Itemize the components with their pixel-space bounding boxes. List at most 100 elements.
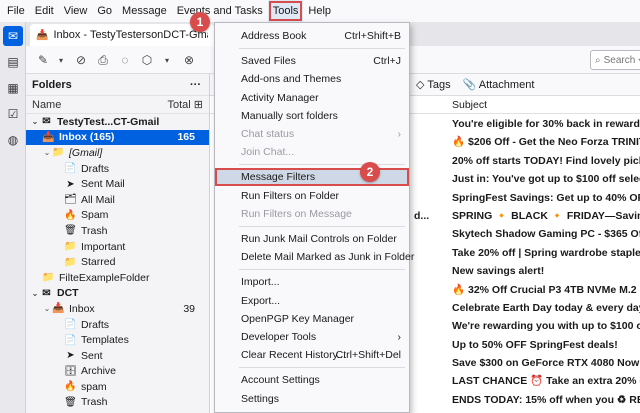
menuitem-label: Address Book: [241, 30, 307, 42]
twisty-icon[interactable]: ⌄: [30, 289, 40, 298]
menuitem-clear-recent-history[interactable]: Clear Recent History... Ctrl+Shift+Del: [215, 346, 409, 364]
folder-item[interactable]: ⌄ ✉ DCT: [26, 286, 209, 302]
menuitem-saved-files[interactable]: Saved Files Ctrl+J: [215, 52, 409, 70]
menuitem-activity-manager[interactable]: Activity Manager: [215, 89, 409, 107]
menuitem-run-filters-on-message[interactable]: Run Filters on Message: [215, 205, 409, 223]
message-subject[interactable]: 🔥 32% Off Crucial P3 4TB NVMe M.2 SSD 🔥: [452, 281, 640, 299]
message-subject[interactable]: Just in: You've got up to $100 off selec…: [452, 170, 640, 188]
search-input[interactable]: ⌕ Search <: [590, 50, 640, 70]
menuitem-label: Delete Mail Marked as Junk in Folder: [241, 251, 415, 264]
menuitem-export[interactable]: Export...: [215, 292, 409, 310]
menuitem-join-chat[interactable]: Join Chat...: [215, 143, 409, 161]
message-subject[interactable]: 20% off starts TODAY! Find lovely picks …: [452, 152, 640, 170]
message-subject[interactable]: SPRING 🔸 BLACK 🔸 FRIDAY—Savings Hap: [452, 207, 640, 225]
menuitem-shortcut: Ctrl+Shift+B: [344, 30, 401, 42]
menuitem-label: Run Filters on Folder: [241, 189, 340, 202]
folder-item[interactable]: ➤ Sent: [26, 348, 209, 364]
folder-item[interactable]: 📄 Drafts: [26, 317, 209, 333]
folder-item[interactable]: 📥 Inbox (165) 165: [26, 129, 209, 146]
menuitem-label: Run Filters on Message: [241, 207, 352, 220]
folder-item[interactable]: 🔥 Spam: [26, 208, 209, 224]
folder-label: spam: [81, 380, 107, 393]
folder-item[interactable]: 📄 Templates: [26, 332, 209, 348]
menu-help[interactable]: Help: [303, 0, 336, 22]
menuitem-label: Saved Files: [241, 55, 296, 68]
message-subject[interactable]: LAST CHANCE ⏰ Take an extra 20% off!: [452, 372, 640, 390]
folder-item[interactable]: ⌄ ✉ TestyTest...CT-Gmail: [26, 114, 209, 130]
folder-item[interactable]: 📁 Important: [26, 239, 209, 255]
message-subject[interactable]: Save $300 on GeForce RTX 4080 Now!: [452, 354, 640, 372]
delete-icon[interactable]: ⊘: [70, 50, 92, 70]
menu-edit[interactable]: Edit: [30, 0, 59, 22]
message-subject[interactable]: ENDS TODAY: 15% off when you ♻ RECYCLE: [452, 391, 640, 409]
menu-go[interactable]: Go: [92, 0, 117, 22]
tags-filter-button[interactable]: ◇ Tags: [416, 78, 451, 91]
menuitem-address-book[interactable]: Address Book Ctrl+Shift+B: [215, 27, 409, 45]
folder-label: Drafts: [81, 318, 110, 331]
menuitem-label: Join Chat...: [241, 146, 295, 159]
folder-item[interactable]: 🗂 All Mail: [26, 192, 209, 208]
menuitem-settings[interactable]: Settings: [215, 390, 409, 408]
message-subject[interactable]: Up to 50% OFF SpringFest deals!: [452, 336, 640, 354]
message-subject[interactable]: Skytech Shadow Gaming PC - $365 Off Now!: [452, 225, 640, 243]
tag-dropdown-icon[interactable]: ▾: [156, 50, 178, 70]
menuitem-manually-sort-folders[interactable]: Manually sort folders: [215, 107, 409, 125]
message-subject[interactable]: Celebrate Earth Day today & every day wi…: [452, 299, 640, 317]
print-icon[interactable]: ⎙: [92, 50, 114, 70]
message-subject[interactable]: We're rewarding you with up to $100 off …: [452, 317, 640, 335]
column-picker-icon[interactable]: ⊞: [194, 99, 203, 111]
twisty-icon[interactable]: ⌄: [42, 304, 52, 313]
menu-tools[interactable]: Tools: [267, 0, 304, 22]
tasks-space-icon[interactable]: ☑: [3, 104, 23, 124]
menuitem-openpgp-key-manager[interactable]: OpenPGP Key Manager: [215, 310, 409, 328]
folder-label: Sent Mail: [81, 178, 125, 191]
chat-space-icon[interactable]: ◍: [3, 130, 23, 150]
menu-file[interactable]: File: [2, 0, 30, 22]
message-rows: You're eligible for 30% back in rewards …: [452, 115, 640, 413]
folder-item[interactable]: 🗑 Trash: [26, 395, 209, 411]
menuitem-account-settings[interactable]: Account Settings: [215, 371, 409, 389]
folder-icon: ➤: [66, 350, 75, 362]
junk-icon[interactable]: ⊗: [178, 50, 200, 70]
menuitem-import[interactable]: Import...: [215, 273, 409, 291]
menuitem-developer-tools[interactable]: Developer Tools ›: [215, 328, 409, 346]
menu-message[interactable]: Message: [117, 0, 172, 22]
menuitem-chat-status[interactable]: Chat status ›: [215, 125, 409, 143]
twisty-icon[interactable]: ⌄: [30, 117, 40, 126]
message-subject[interactable]: SpringFest Savings: Get up to 40% OFF.: [452, 189, 640, 207]
folder-item[interactable]: ➤ Sent Mail: [26, 176, 209, 192]
menuitem-run-junk-mail-controls-on-folder[interactable]: Run Junk Mail Controls on Folder: [215, 230, 409, 248]
mail-space-icon[interactable]: ✉: [3, 26, 23, 46]
folder-item[interactable]: 🗄 Archive: [26, 364, 209, 380]
message-subject[interactable]: Take 20% off | Spring wardrobe staples a…: [452, 244, 640, 262]
message-subject[interactable]: New savings alert!: [452, 262, 640, 280]
folder-item[interactable]: 📄 Drafts: [26, 161, 209, 177]
message-subject[interactable]: Gear Big Savings - MSI Vector GP66 Lapto…: [452, 409, 640, 413]
menu-events-and-tasks[interactable]: Events and Tasks: [172, 0, 268, 22]
folder-item[interactable]: 🔥 spam: [26, 379, 209, 395]
column-name[interactable]: Name: [32, 99, 61, 111]
folder-item[interactable]: 🗑 Trash: [26, 223, 209, 239]
menuitem-add-ons-and-themes[interactable]: Add-ons and Themes: [215, 70, 409, 88]
folder-item[interactable]: ⌄ 📥 Inbox 39: [26, 301, 209, 317]
folder-item[interactable]: 📁 Starred: [26, 254, 209, 270]
address-book-space-icon[interactable]: ▤: [3, 52, 23, 72]
chat-icon[interactable]: ◌: [114, 50, 136, 70]
attachment-filter-button[interactable]: 📎 Attachment: [463, 78, 535, 91]
message-subject[interactable]: You're eligible for 30% back in rewards …: [452, 115, 640, 133]
inbox-icon: 📥: [36, 29, 49, 41]
folder-item[interactable]: ⌄ 📁 [Gmail]: [26, 145, 209, 161]
menu-view[interactable]: View: [59, 0, 93, 22]
twisty-icon[interactable]: ⌄: [42, 148, 52, 157]
tag-icon[interactable]: ⬡: [136, 50, 158, 70]
dropdown-icon[interactable]: ▾: [50, 50, 72, 70]
calendar-space-icon[interactable]: ▦: [3, 78, 23, 98]
folder-item[interactable]: 📁 FilteExampleFolder: [26, 270, 209, 286]
column-total[interactable]: Total ⊞: [167, 98, 203, 111]
tab-inbox[interactable]: 📥 Inbox - TestyTestersonDCT-Gmail: [30, 24, 214, 46]
menuitem-label: Settings: [241, 392, 279, 405]
menuitem-delete-mail-marked-as-junk-in-folder[interactable]: Delete Mail Marked as Junk in Folder: [215, 248, 414, 266]
menuitem-run-filters-on-folder[interactable]: Run Filters on Folder: [215, 187, 409, 205]
message-subject[interactable]: 🔥 $206 Off - Get the Neo Forza TRINITY R…: [452, 133, 640, 151]
folder-pane-menu-button[interactable]: ···: [190, 79, 201, 91]
